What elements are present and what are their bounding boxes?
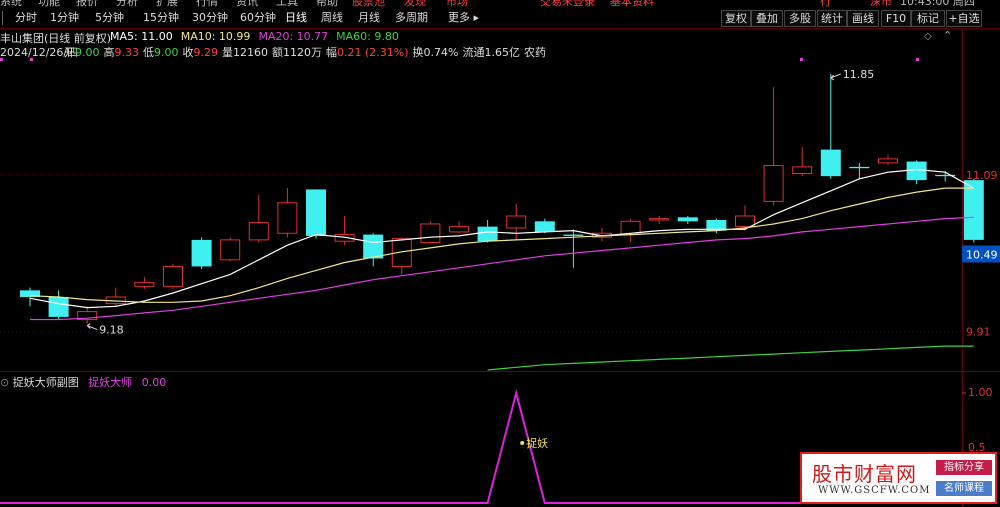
top-marker	[916, 58, 919, 61]
candle-body[interactable]	[763, 165, 784, 202]
signal-dot	[520, 441, 525, 445]
sub-chart-value: 0.00	[141, 376, 167, 389]
candle-body[interactable]	[563, 234, 584, 236]
sub-chart-indicator: 捉妖大师	[88, 376, 133, 389]
price-axis-bottom: 9.91	[966, 325, 991, 338]
watermark-logo: 股市财富网	[812, 462, 917, 486]
candle-body[interactable]	[449, 226, 469, 233]
candle-body[interactable]	[963, 180, 984, 240]
candle-body[interactable]	[506, 215, 527, 229]
candle-body[interactable]	[48, 296, 69, 317]
watermark-tag-share: 指标分享	[936, 460, 992, 475]
candle-body[interactable]	[878, 158, 898, 164]
candle-body[interactable]	[163, 265, 183, 287]
candle-body[interactable]	[191, 239, 212, 267]
ma5-line	[29, 168, 975, 309]
ma60-line	[487, 345, 974, 371]
low-marker-arrow	[86, 323, 98, 330]
watermark-url: WWW.GSCFW.COM	[818, 485, 931, 496]
low-price-label: 9.18	[99, 324, 124, 337]
candle-body[interactable]	[306, 189, 326, 236]
top-marker	[800, 58, 803, 61]
top-marker	[30, 58, 33, 61]
watermark-tag-course: 名师课程	[936, 481, 992, 496]
candle-body[interactable]	[420, 223, 441, 244]
candle-body[interactable]	[649, 218, 670, 221]
high-marker-arrow	[830, 73, 841, 81]
high-price-label: 11.85	[843, 68, 875, 81]
candle-body[interactable]	[363, 234, 384, 259]
signal-label: 捉妖	[526, 436, 548, 450]
candle-body[interactable]	[534, 221, 555, 232]
kline-chart[interactable]: 11.859.1811.099.9110.49捉妖1.000.5	[0, 0, 1000, 507]
candle-body[interactable]	[134, 281, 155, 287]
site-watermark: 股市财富网 WWW.GSCFW.COM 指标分享 名师课程	[800, 452, 997, 504]
candle-body[interactable]	[906, 161, 927, 181]
candle-body[interactable]	[477, 226, 498, 242]
candle-body[interactable]	[220, 239, 241, 261]
price-axis-top: 11.09	[966, 169, 998, 182]
top-marker	[0, 58, 3, 61]
candle-body[interactable]	[820, 149, 841, 177]
candle-body[interactable]	[735, 215, 755, 228]
candle-body[interactable]	[849, 166, 870, 169]
candle-body[interactable]	[277, 202, 298, 234]
sub-chart-title: 捉妖大师副图	[12, 376, 79, 389]
candle-body[interactable]	[248, 222, 269, 241]
current-price-label: 10.49	[966, 248, 998, 261]
sub-chart-header: ⊙ 捉妖大师副图 捉妖大师 0.00	[0, 374, 166, 390]
candle-body[interactable]	[677, 217, 698, 222]
candle-body[interactable]	[792, 166, 813, 175]
sub-chart-collapse-icon[interactable]: ⊙	[0, 376, 9, 389]
sub-axis-top: 1.00	[968, 386, 993, 399]
